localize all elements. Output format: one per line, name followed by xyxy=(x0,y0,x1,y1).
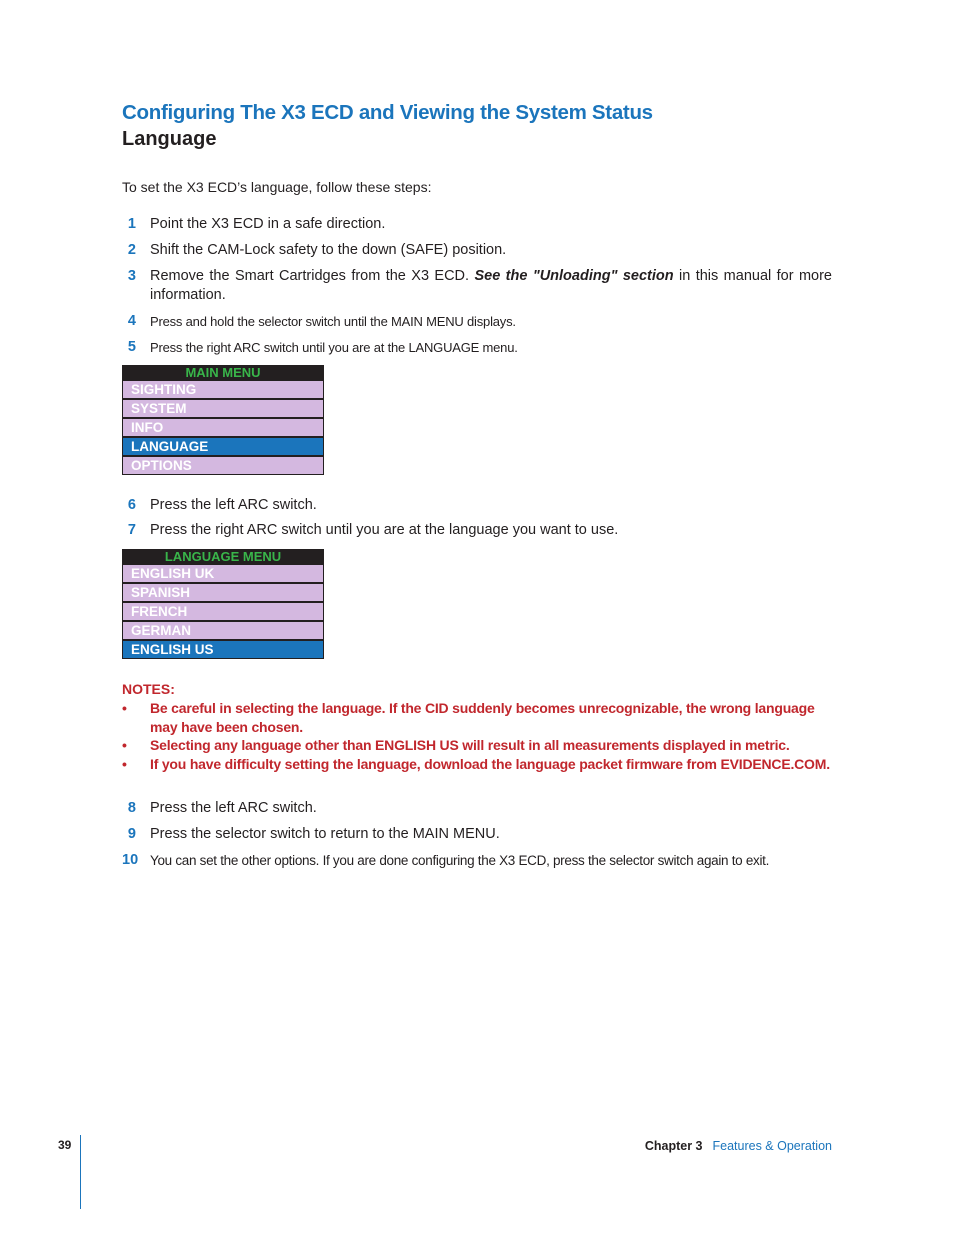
menu-item-sighting: SIGHTING xyxy=(123,381,323,398)
step-text: You can set the other options. If you ar… xyxy=(150,853,770,868)
language-menu-display: LANGUAGE MENU ENGLISH UK SPANISH FRENCH … xyxy=(122,549,324,659)
note-item: • If you have difficulty setting the lan… xyxy=(122,755,834,774)
step-number: 6 xyxy=(127,497,136,513)
footer-divider xyxy=(80,1135,81,1209)
step-number: 5 xyxy=(127,339,136,355)
note-text: Be careful in selecting the language. If… xyxy=(150,700,815,735)
step-item: 4 Press and hold the selector switch unt… xyxy=(122,312,832,331)
step-number: 10 xyxy=(122,852,139,868)
bullet-icon: • xyxy=(122,737,127,753)
step-number: 1 xyxy=(127,216,136,232)
language-menu-title: LANGUAGE MENU xyxy=(164,549,282,564)
step-text: Press and hold the selector switch until… xyxy=(150,314,516,329)
menu-item-system: SYSTEM xyxy=(123,400,323,417)
intro-text: To set the X3 ECD’s language, follow the… xyxy=(122,179,432,195)
step-number: 7 xyxy=(127,522,136,538)
main-menu-display: MAIN MENU SIGHTING SYSTEM INFO LANGUAGE … xyxy=(122,365,324,475)
main-menu-title: MAIN MENU xyxy=(185,365,261,380)
step-item: 1 Point the X3 ECD in a safe direction. xyxy=(122,215,832,234)
step-text: Press the right ARC switch until you are… xyxy=(150,522,619,538)
menu-item-spanish: SPANISH xyxy=(123,584,323,601)
page-subtitle: Language xyxy=(122,128,217,150)
step-number: 8 xyxy=(127,800,136,816)
step-text: Press the selector switch to return to t… xyxy=(150,826,500,842)
step-item: 6 Press the left ARC switch. xyxy=(122,496,832,515)
menu-item-english-us-selected: ENGLISH US xyxy=(123,641,323,658)
step-text-before: Remove the Smart Cartridges from the X3 … xyxy=(150,268,470,284)
menu-item-english-uk: ENGLISH UK xyxy=(123,565,323,582)
step-item: 9 Press the selector switch to return to… xyxy=(122,825,832,844)
step-text: Shift the CAM-Lock safety to the down (S… xyxy=(150,242,507,258)
menu-item-french: FRENCH xyxy=(123,603,323,620)
step-number: 2 xyxy=(127,242,136,258)
menu-item-options: OPTIONS xyxy=(123,457,323,474)
step-item: 10 You can set the other options. If you… xyxy=(122,851,832,870)
note-text: Selecting any language other than ENGLIS… xyxy=(150,737,790,753)
step-item: 5 Press the right ARC switch until you a… xyxy=(122,338,832,357)
note-item: • Be careful in selecting the language. … xyxy=(122,699,834,737)
notes-title: NOTES: xyxy=(122,681,175,697)
menu-item-info: INFO xyxy=(123,419,323,436)
note-item: • Selecting any language other than ENGL… xyxy=(122,736,834,755)
step-text: Remove the Smart Cartridges from the X3 … xyxy=(150,267,832,305)
menu-item-german: GERMAN xyxy=(123,622,323,639)
note-text: If you have difficulty setting the langu… xyxy=(150,756,830,772)
step-text: Press the left ARC switch. xyxy=(150,497,317,513)
step-text: Press the right ARC switch until you are… xyxy=(150,340,518,355)
page-number: 39 xyxy=(58,1138,72,1152)
step-number: 9 xyxy=(127,826,136,842)
chapter-label: Chapter 3 xyxy=(644,1139,703,1153)
running-footer: Chapter 3 Features & Operation xyxy=(645,1139,832,1153)
step-item: 8 Press the left ARC switch. xyxy=(122,799,832,818)
step-number: 3 xyxy=(127,268,136,284)
step-item: 7 Press the right ARC switch until you a… xyxy=(122,521,832,540)
bullet-icon: • xyxy=(122,756,127,772)
cross-reference: See the "Unloading" section xyxy=(474,268,674,284)
step-number: 4 xyxy=(127,313,136,329)
step-item: 3 Remove the Smart Cartridges from the X… xyxy=(122,267,832,305)
section-title: Configuring The X3 ECD and Viewing the S… xyxy=(122,101,653,124)
step-item: 2 Shift the CAM-Lock safety to the down … xyxy=(122,241,832,260)
bullet-icon: • xyxy=(122,700,127,716)
step-text: Point the X3 ECD in a safe direction. xyxy=(150,216,386,232)
section-label: Features & Operation xyxy=(712,1139,832,1153)
menu-item-language-selected: LANGUAGE xyxy=(123,438,323,455)
step-text: Press the left ARC switch. xyxy=(150,800,317,816)
